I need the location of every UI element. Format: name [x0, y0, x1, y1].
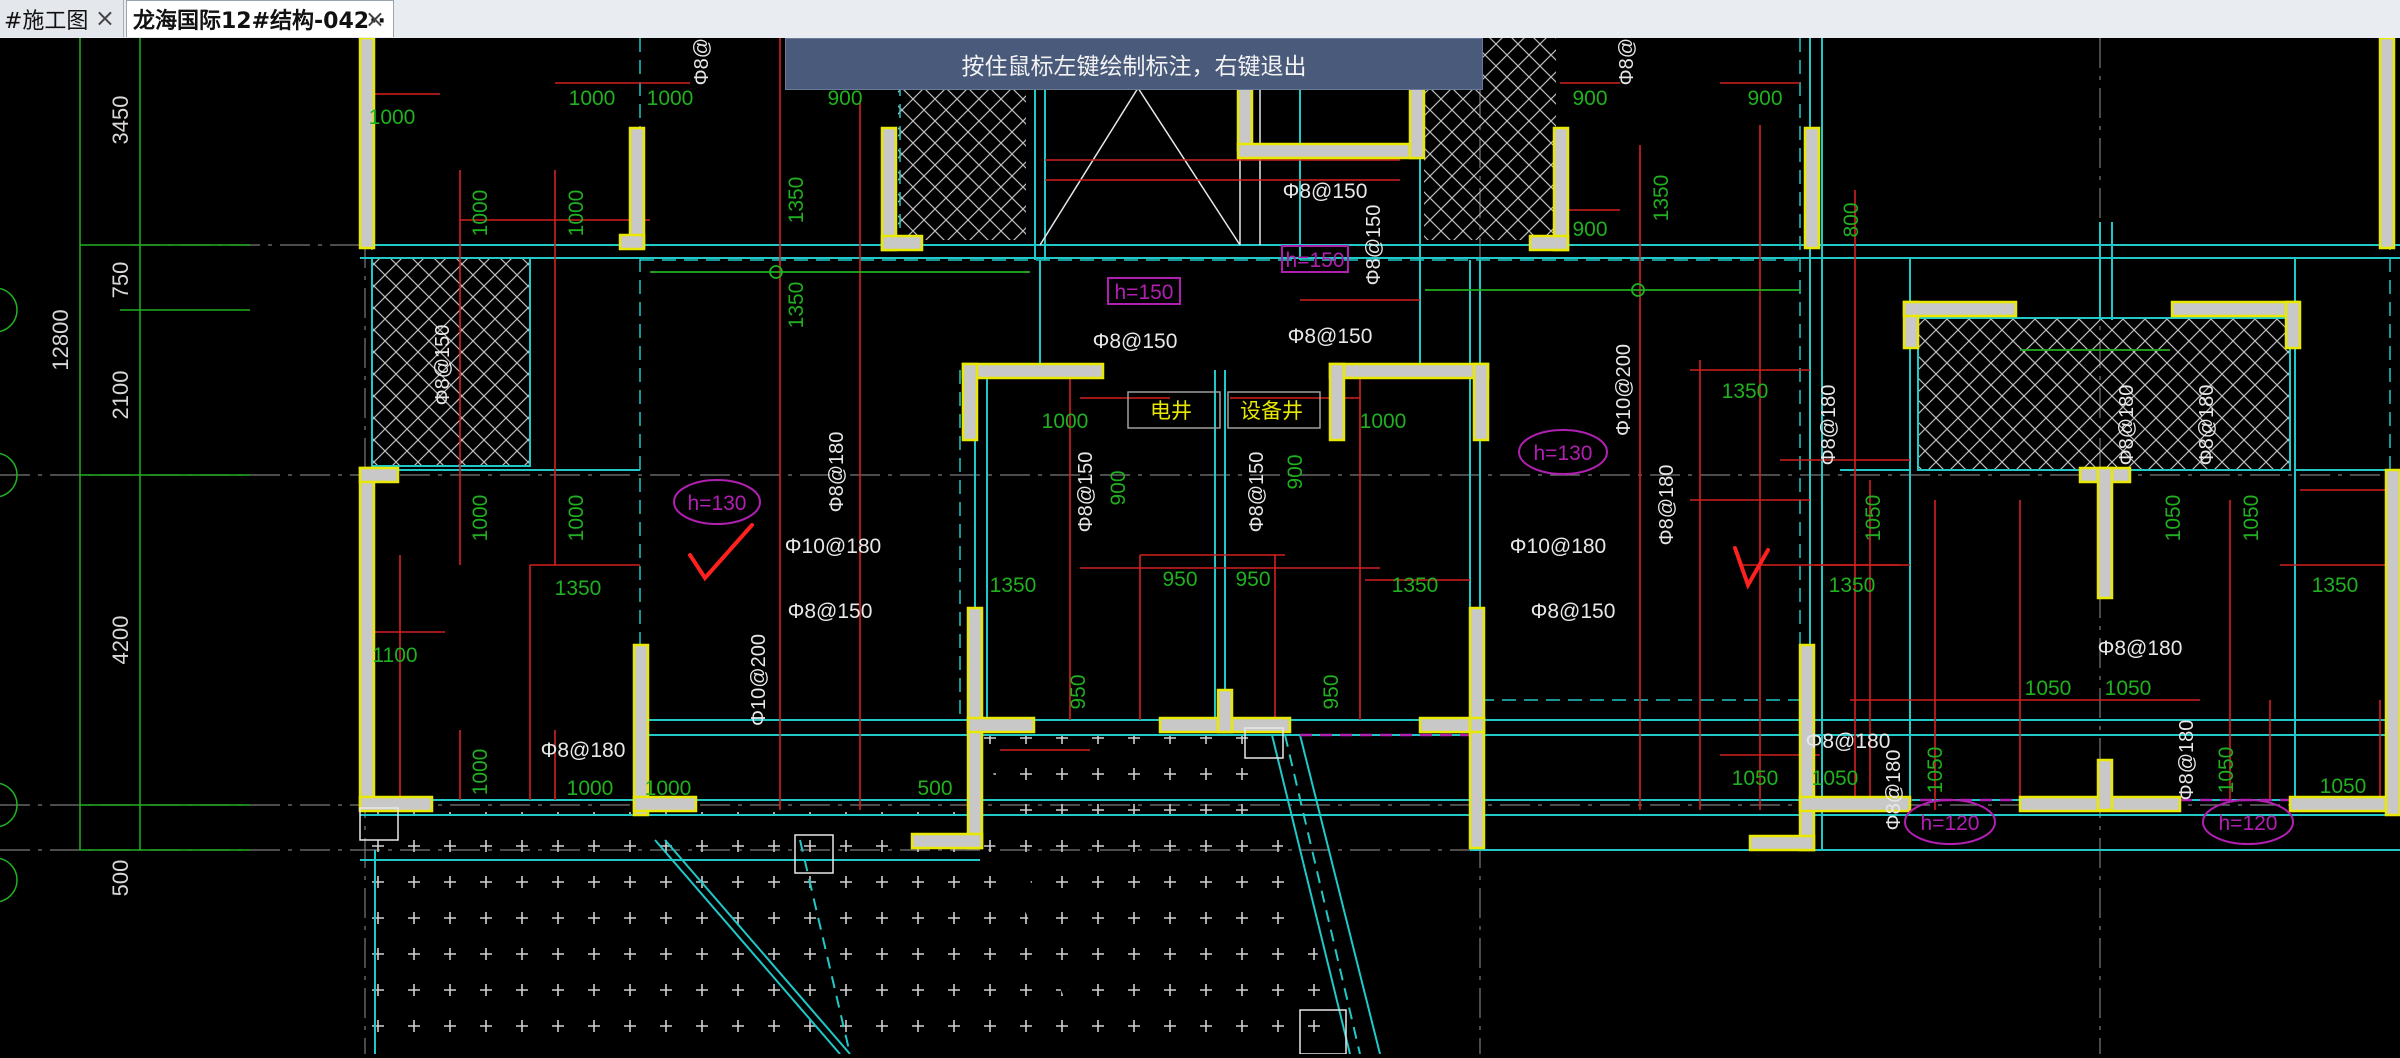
svg-text:Φ10@200: Φ10@200	[1613, 344, 1635, 436]
svg-text:Φ8@180: Φ8@180	[1656, 465, 1678, 546]
svg-text:1050: 1050	[2025, 677, 2072, 700]
svg-text:950: 950	[1067, 674, 1090, 709]
dim-total-12800: 12800	[48, 309, 73, 370]
svg-text:Φ8@180: Φ8@180	[2098, 637, 2183, 660]
tab-bar: #施工图 × 龙海国际12#结构-042·· ×	[0, 0, 2400, 39]
svg-text:1350: 1350	[1722, 380, 1769, 403]
dim-750: 750	[108, 262, 133, 299]
svg-text:1350: 1350	[1392, 574, 1439, 597]
svg-text:1050: 1050	[1812, 767, 1859, 790]
svg-text:1000: 1000	[469, 190, 492, 237]
svg-text:Φ8@150: Φ8@150	[1363, 205, 1385, 286]
svg-text:800: 800	[1840, 202, 1863, 237]
svg-text:1050: 1050	[2162, 495, 2185, 542]
svg-text:1100: 1100	[372, 644, 417, 667]
svg-text:1000: 1000	[469, 749, 492, 796]
svg-text:Φ8@150: Φ8@150	[1093, 330, 1178, 353]
svg-text:h=130: h=130	[1534, 442, 1593, 465]
svg-text:Φ8@180: Φ8@180	[2176, 720, 2198, 801]
dim-3450: 3450	[108, 96, 133, 145]
svg-text:Φ8@180: Φ8@180	[691, 38, 713, 85]
svg-text:950: 950	[1320, 674, 1343, 709]
svg-text:900: 900	[827, 87, 862, 110]
tab-label: 龙海国际12#结构-042··	[133, 9, 386, 34]
svg-text:1000: 1000	[369, 106, 416, 129]
svg-text:h=150: h=150	[1286, 249, 1345, 272]
svg-text:Φ8@150: Φ8@150	[1283, 180, 1368, 203]
close-icon[interactable]: ×	[95, 4, 115, 32]
svg-text:900: 900	[1747, 87, 1782, 110]
svg-text:1000: 1000	[647, 87, 694, 110]
svg-text:1350: 1350	[2312, 574, 2359, 597]
svg-text:Φ8@150: Φ8@150	[1288, 325, 1373, 348]
dim-500: 500	[108, 860, 133, 897]
svg-text:1050: 1050	[1732, 767, 1779, 790]
svg-text:Φ8@150: Φ8@150	[1531, 600, 1616, 623]
svg-text:Φ10@180: Φ10@180	[785, 535, 881, 558]
left-dimension-labels: 3450 750 2100 4200 500 12800	[48, 96, 133, 897]
svg-text:1050: 1050	[2240, 495, 2263, 542]
svg-text:h=120: h=120	[1921, 812, 1980, 835]
svg-text:Φ8@150: Φ8@150	[1246, 452, 1268, 533]
svg-text:500: 500	[917, 777, 952, 800]
drawing-hint-tooltip: 按住鼠标左键绘制标注，右键退出	[785, 38, 1483, 90]
svg-text:h=130: h=130	[688, 492, 747, 515]
svg-text:900: 900	[1107, 470, 1130, 505]
svg-text:h=120: h=120	[2219, 812, 2278, 835]
svg-text:1050: 1050	[2215, 747, 2238, 794]
svg-text:Φ8@150: Φ8@150	[788, 600, 873, 623]
svg-text:1350: 1350	[555, 577, 602, 600]
svg-text:Φ8@180: Φ8@180	[1883, 750, 1905, 831]
dim-2100: 2100	[108, 371, 133, 420]
dim-4200: 4200	[108, 616, 133, 665]
close-icon[interactable]: ×	[365, 5, 385, 33]
svg-text:1050: 1050	[2320, 775, 2367, 798]
cad-drawing-canvas[interactable]: 3450 750 2100 4200 500 12800 1000 1000 1…	[0, 5, 2400, 1055]
tab-construction-drawing[interactable]: #施工图 ×	[0, 0, 124, 37]
svg-text:900: 900	[1284, 454, 1307, 489]
svg-text:1350: 1350	[785, 177, 808, 224]
svg-text:Φ8@180: Φ8@180	[2116, 385, 2138, 466]
svg-text:900: 900	[1572, 218, 1607, 241]
svg-text:1050: 1050	[1924, 747, 1947, 794]
svg-text:设备井: 设备井	[1240, 400, 1303, 423]
svg-text:1350: 1350	[1829, 574, 1876, 597]
svg-text:1000: 1000	[1042, 410, 1089, 433]
tab-label: #施工图	[4, 8, 89, 34]
svg-text:1350: 1350	[990, 574, 1037, 597]
svg-text:Φ8@180: Φ8@180	[826, 432, 848, 513]
svg-text:1000: 1000	[1360, 410, 1407, 433]
svg-text:1000: 1000	[565, 190, 588, 237]
svg-text:Φ8@180: Φ8@180	[2196, 385, 2218, 466]
svg-text:1000: 1000	[567, 777, 614, 800]
svg-text:1050: 1050	[1862, 495, 1885, 542]
svg-text:1350: 1350	[1650, 175, 1673, 222]
svg-text:Φ8@180: Φ8@180	[1806, 730, 1891, 753]
svg-text:Φ10@180: Φ10@180	[1510, 535, 1606, 558]
svg-text:Φ8@180: Φ8@180	[541, 739, 626, 762]
svg-text:Φ8@150: Φ8@150	[432, 325, 454, 406]
left-dimension-chain	[0, 38, 250, 903]
svg-text:h=150: h=150	[1115, 281, 1174, 304]
svg-text:Φ8@180: Φ8@180	[1818, 385, 1840, 466]
svg-text:1000: 1000	[569, 87, 616, 110]
svg-text:1000: 1000	[645, 777, 692, 800]
svg-text:1000: 1000	[565, 495, 588, 542]
svg-text:1000: 1000	[469, 495, 492, 542]
tab-structure-drawing[interactable]: 龙海国际12#结构-042·· ×	[126, 0, 394, 37]
svg-text:900: 900	[1572, 87, 1607, 110]
svg-text:1050: 1050	[2105, 677, 2152, 700]
svg-text:Φ8@150: Φ8@150	[1075, 452, 1097, 533]
svg-text:Φ8@180: Φ8@180	[1616, 38, 1638, 85]
svg-text:1350: 1350	[785, 282, 808, 329]
svg-text:950: 950	[1162, 568, 1197, 591]
svg-text:Φ10@200: Φ10@200	[748, 634, 770, 726]
svg-text:950: 950	[1235, 568, 1270, 591]
svg-text:电井: 电井	[1150, 400, 1192, 423]
